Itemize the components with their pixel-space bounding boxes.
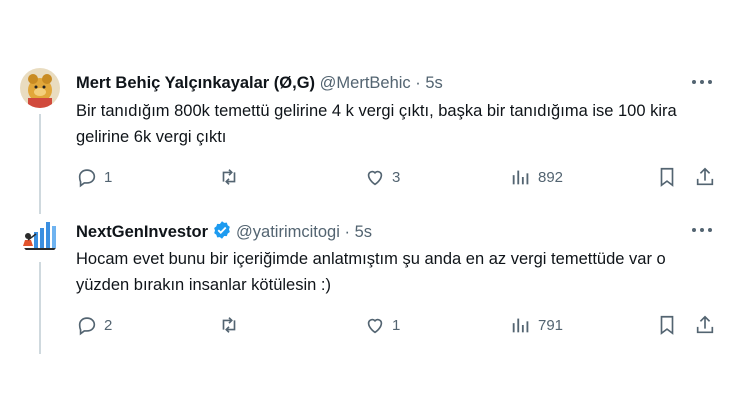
views-count: 791: [538, 316, 564, 334]
tweet[interactable]: Mert Behiç Yalçınkayalar (Ø,G) @MertBehi…: [0, 62, 730, 214]
bookmark-button[interactable]: [656, 166, 678, 188]
views-count: 892: [538, 168, 564, 186]
separator: ·: [415, 74, 421, 92]
avatar[interactable]: [20, 216, 60, 256]
separator: ·: [344, 223, 351, 241]
like-count: 3: [392, 168, 401, 186]
retweet-button[interactable]: [218, 166, 240, 188]
tweet-header: NextGenInvestor @yatirimcitogi · 5s: [76, 220, 372, 246]
reply-button[interactable]: 1: [76, 166, 112, 188]
verified-icon: [212, 220, 232, 246]
timestamp[interactable]: 5s: [355, 223, 372, 241]
tweet[interactable]: NextGenInvestor @yatirimcitogi · 5s Hocam…: [0, 210, 730, 354]
retweet-button[interactable]: [218, 314, 240, 336]
retweet-icon: [218, 166, 240, 188]
views-icon: [510, 314, 532, 336]
reply-icon: [76, 314, 98, 336]
more-icon[interactable]: [690, 72, 714, 96]
action-bar: 2 1 791: [76, 314, 716, 338]
retweet-icon: [218, 314, 240, 336]
like-icon: [364, 166, 386, 188]
like-button[interactable]: 3: [364, 166, 400, 188]
share-icon: [694, 314, 716, 336]
thread-line: [39, 262, 41, 354]
bookmark-button[interactable]: [656, 314, 678, 336]
share-button[interactable]: [694, 166, 716, 188]
timestamp[interactable]: 5s: [425, 74, 442, 92]
avatar[interactable]: [20, 68, 60, 108]
tweet-text: Bir tanıdığım 800k temettü gelirine 4 k …: [76, 102, 677, 146]
like-icon: [364, 314, 386, 336]
bookmark-icon: [656, 166, 678, 188]
share-icon: [694, 166, 716, 188]
tweet-text: Hocam evet bunu bir içeriğimde anlatmışt…: [76, 250, 666, 294]
views-button[interactable]: 892: [510, 166, 563, 188]
like-button[interactable]: 1: [364, 314, 400, 336]
author-name[interactable]: Mert Behiç Yalçınkayalar (Ø,G): [76, 74, 315, 92]
reply-button[interactable]: 2: [76, 314, 112, 336]
reply-count: 1: [104, 168, 113, 186]
thread-line: [39, 114, 41, 214]
views-button[interactable]: 791: [510, 314, 563, 336]
reply-count: 2: [104, 316, 113, 334]
reply-icon: [76, 166, 98, 188]
action-bar: 1 3 892: [76, 166, 716, 190]
author-handle[interactable]: @yatirimcitogi: [236, 223, 340, 241]
tweet-header: Mert Behiç Yalçınkayalar (Ø,G) @MertBehi…: [76, 72, 443, 94]
like-count: 1: [392, 316, 401, 334]
views-icon: [510, 166, 532, 188]
bookmark-icon: [656, 314, 678, 336]
author-name[interactable]: NextGenInvestor: [76, 223, 208, 241]
share-button[interactable]: [694, 314, 716, 336]
author-handle[interactable]: @MertBehic: [320, 74, 411, 92]
more-icon[interactable]: [690, 220, 714, 244]
